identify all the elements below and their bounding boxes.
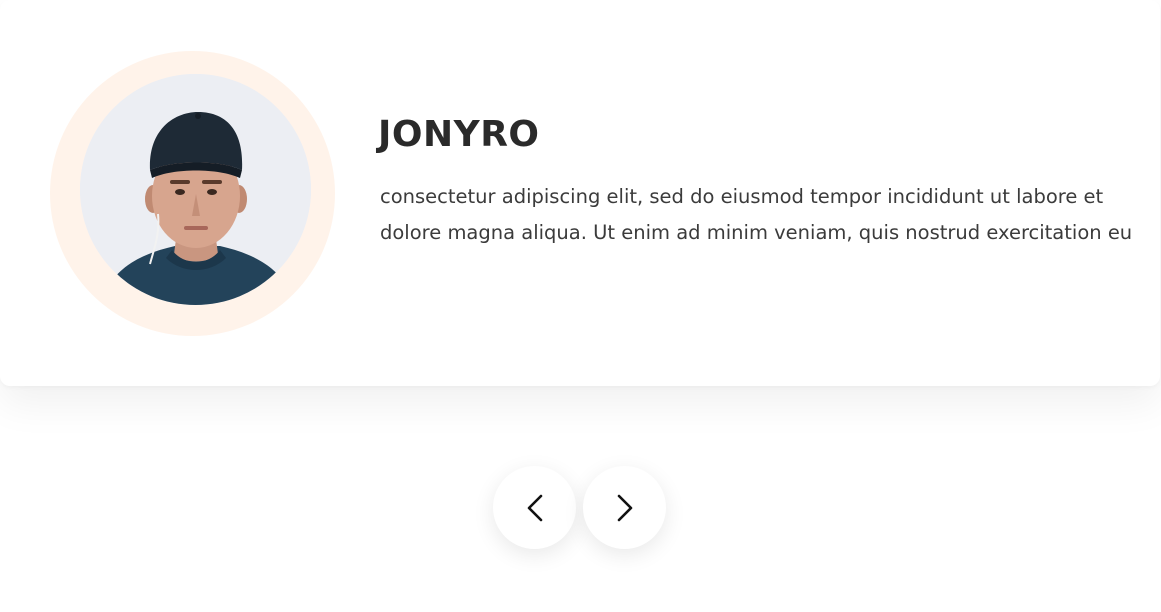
avatar-ring xyxy=(50,51,335,336)
testimonial-quote: consectetur adipiscing elit, sed do eius… xyxy=(380,185,1133,244)
testimonial-name: JONYRO xyxy=(378,114,540,155)
chevron-right-icon xyxy=(616,493,634,523)
avatar-photo xyxy=(80,74,311,305)
testimonial-section: JONYRO consectetur adipiscing elit, sed … xyxy=(0,0,1161,612)
previous-button[interactable] xyxy=(493,466,576,549)
next-button[interactable] xyxy=(583,466,666,549)
chevron-left-icon xyxy=(526,493,544,523)
avatar xyxy=(80,74,311,305)
testimonial-card: JONYRO consectetur adipiscing elit, sed … xyxy=(0,0,1160,386)
